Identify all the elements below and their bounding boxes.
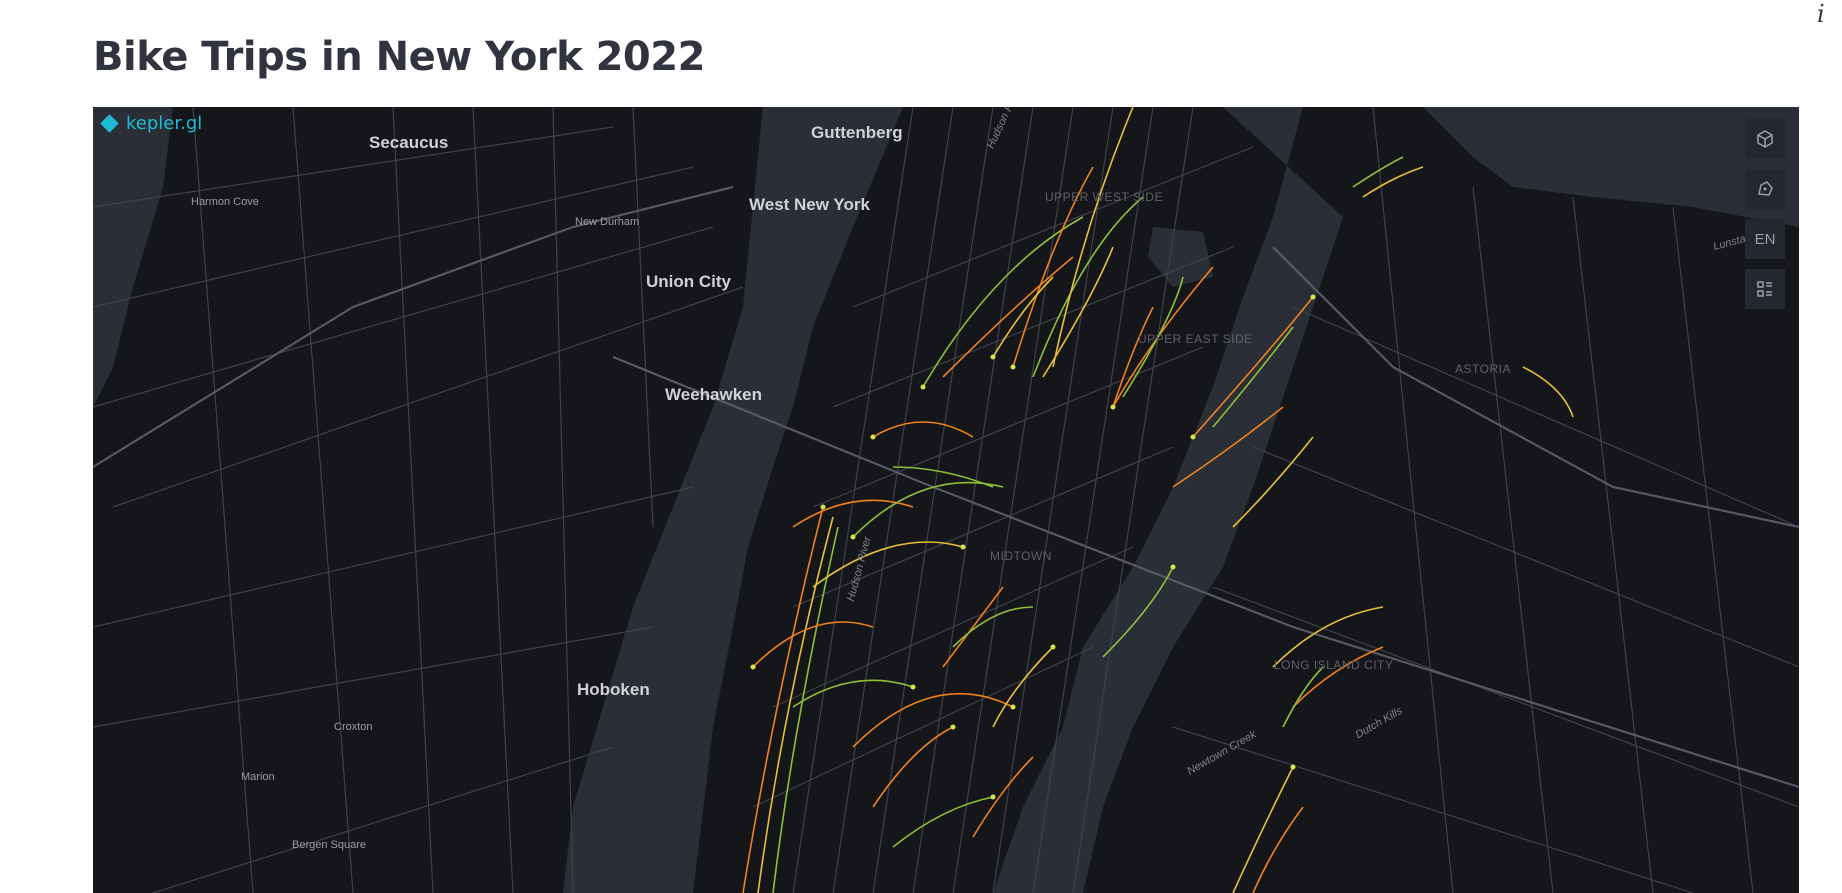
label-guttenberg: Guttenberg [811,123,903,142]
east-river-water [993,107,1343,893]
toggle-3d-button[interactable] [1745,119,1785,159]
label-bergen-square: Bergen Square [292,839,366,851]
hackensack-river-water [93,107,173,407]
label-west-new-york: West New York [749,195,870,214]
map-canvas[interactable]: kepler.gl Secaucus Harmon Cove New Durha… [93,107,1799,893]
label-marion: Marion [241,771,275,783]
label-croxton: Croxton [334,721,373,733]
kepler-logo-text: kepler.gl [126,113,203,134]
basemap [93,107,1799,893]
draw-polygon-button[interactable] [1745,169,1785,209]
label-harmon-cove: Harmon Cove [191,196,259,208]
page-title: Bike Trips in New York 2022 [93,34,705,80]
label-upper-west-side: UPPER WEST SIDE [1045,190,1163,204]
long-island-sound-water [1423,107,1799,227]
label-upper-east-side: UPPER EAST SIDE [1138,332,1253,346]
info-icon[interactable]: i [1817,0,1825,28]
label-new-durham: New Durham [575,216,640,228]
label-weehawken: Weehawken [665,385,763,404]
cube-icon [1757,130,1773,148]
locale-button[interactable]: EN [1745,219,1785,259]
map-controls: EN [1745,119,1785,309]
legend-icon [1757,281,1772,297]
label-hoboken: Hoboken [577,680,650,699]
label-long-island-city: LONG ISLAND CITY [1274,658,1394,672]
legend-button[interactable] [1745,269,1785,309]
kepler-logo: kepler.gl [100,113,203,134]
kepler-diamond-icon [100,114,119,133]
label-secaucus: Secaucus [369,133,449,152]
label-union-city: Union City [646,272,731,291]
label-astoria: ASTORIA [1455,362,1511,376]
label-midtown: MIDTOWN [990,549,1052,563]
polygon-draw-icon [1758,181,1773,196]
